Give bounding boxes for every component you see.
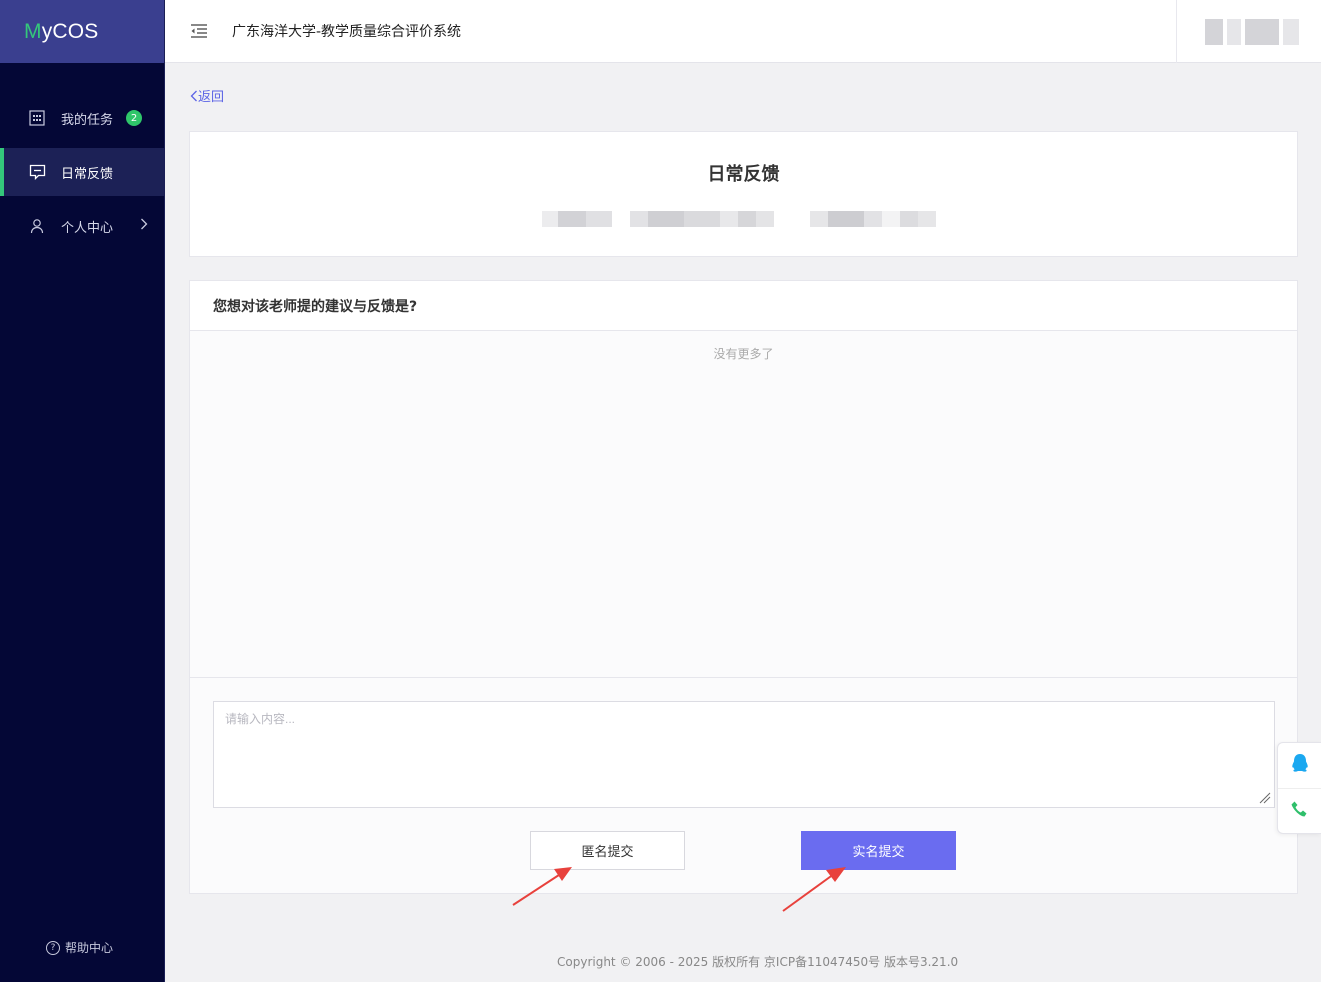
copyright-footer: Copyright © 2006 - 2025 版权所有 京ICP备110474… [557,955,959,969]
phone-icon [1290,800,1310,824]
question-heading: 您想对该老师提的建议与反馈是? [190,281,1297,331]
blurred-username [1227,18,1241,45]
divider [190,677,1297,678]
sidebar-nav: 我的任务 2 日常反馈 个人中心 [0,94,164,250]
avatar [1205,18,1223,45]
help-center-link[interactable]: ? 帮助中心 [46,939,113,956]
logo-text-m: M [24,19,42,43]
teacher-info-card: 日常反馈 [189,131,1298,257]
system-title: 广东海洋大学-教学质量综合评价系统 [232,24,462,40]
sidebar-item-label: 日常反馈 [61,166,114,182]
sidebar-item-label: 我的任务 [61,112,114,128]
phone-contact-button[interactable] [1278,789,1321,835]
red-arrow-annotation [782,867,846,912]
menu-fold-icon[interactable] [189,21,209,41]
blurred-info [630,211,774,227]
task-count-badge: 2 [126,110,143,126]
user-icon [28,217,46,235]
user-menu[interactable] [1176,0,1321,63]
blurred-info [810,211,936,227]
blurred-username [1283,18,1299,45]
sidebar-item-label: 个人中心 [61,220,114,236]
feedback-card: 您想对该老师提的建议与反馈是? 没有更多了 请输入内容... 匿名提交 实名提交 [189,280,1298,912]
input-placeholder: 请输入内容... [225,712,296,726]
blurred-username [1245,18,1279,45]
floating-contact-panel [1277,742,1321,834]
task-list-icon [28,109,46,127]
blurred-info [542,211,612,227]
sidebar-item-daily-feedback[interactable]: 日常反馈 [0,148,164,196]
empty-list-text: 没有更多了 [713,347,774,361]
sidebar-item-my-tasks[interactable]: 我的任务 2 [0,94,164,142]
back-label: 返回 [198,90,225,105]
qq-contact-button[interactable] [1278,743,1321,789]
back-link[interactable]: 返回 [190,86,224,105]
chevron-right-icon [140,218,148,234]
sidebar: MyCOS 我的任务 2 日常反馈 个人中心 ? 帮助中心 [0,0,165,982]
sidebar-item-personal-center[interactable]: 个人中心 [0,202,164,250]
logo-text: yCOS [41,19,99,43]
feedback-icon [28,163,46,181]
qq-icon [1290,753,1310,779]
help-center-label: 帮助中心 [65,941,114,955]
help-icon: ? [46,940,60,955]
resize-handle-icon[interactable] [1259,792,1271,804]
top-header: 广东海洋大学-教学质量综合评价系统 [165,0,1321,63]
red-arrow-annotation [512,867,572,906]
feedback-input[interactable]: 请输入内容... [213,701,1275,808]
logo[interactable]: MyCOS [0,0,164,63]
chevron-left-icon [190,90,198,105]
page-title: 日常反馈 [707,164,780,185]
